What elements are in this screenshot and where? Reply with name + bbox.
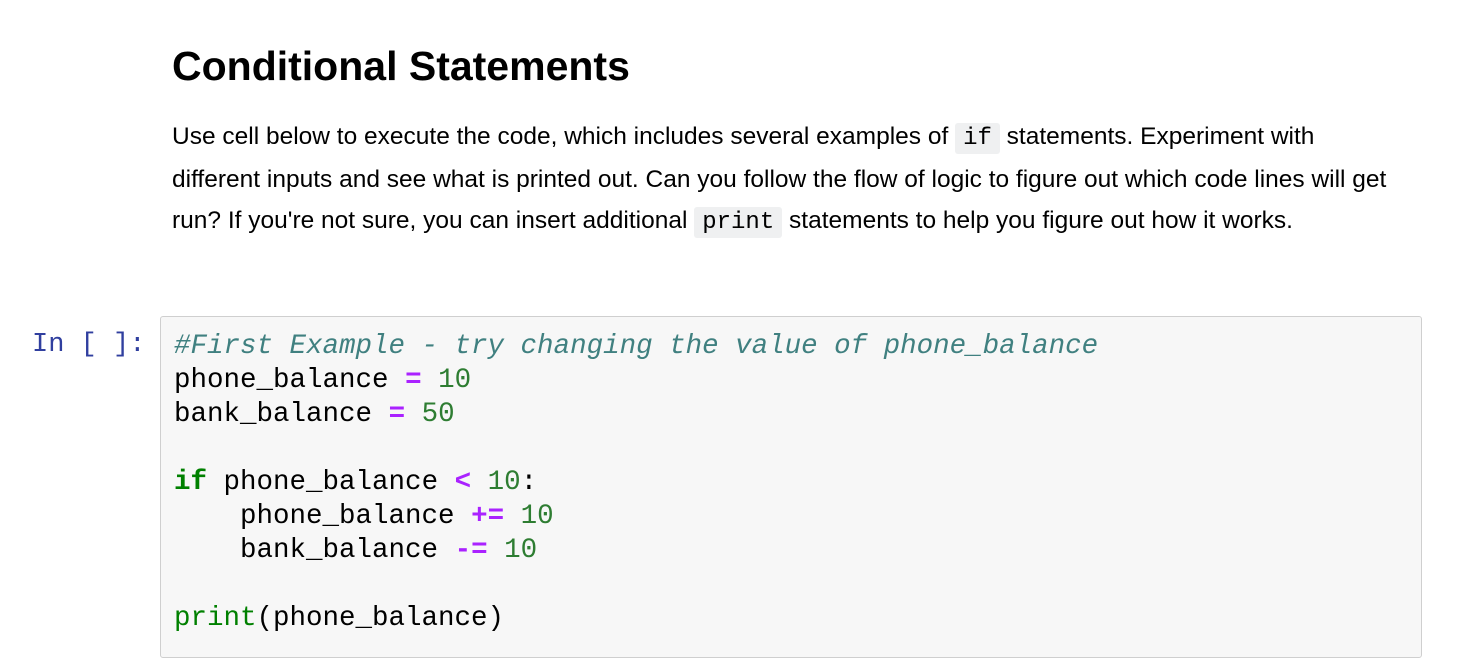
builtin: print [174,603,257,634]
description-paragraph: Use cell below to execute the code, whic… [172,116,1402,243]
num: 10 [504,535,538,566]
text: Use cell below to execute the code, whic… [172,123,956,150]
code-cell-editor[interactable]: #First Example - try changing the value … [160,316,1422,658]
num: 10 [487,467,521,498]
var: bank_balance [174,399,373,430]
op: += [471,501,505,532]
op: < [454,467,472,498]
op: -= [454,535,488,566]
args: (phone_balance) [256,603,505,634]
inline-code-print: print [694,207,783,238]
var: phone_balance [223,467,439,498]
num: 50 [421,399,455,430]
var: phone_balance [240,501,455,532]
section-heading: Conditional Statements [172,43,630,89]
op: = [388,399,406,430]
num: 10 [520,501,554,532]
var: phone_balance [174,365,389,396]
text: statements to help you figure out how it… [782,207,1293,234]
markdown-cell: Conditional Statements Use cell below to… [172,38,1402,243]
keyword: if [174,467,208,498]
code[interactable]: #First Example - try changing the value … [174,330,1098,636]
code-comment: #First Example - try changing the value … [174,331,1099,362]
punct: : [520,467,538,498]
inline-code-if: if [955,123,1000,154]
op: = [405,365,422,396]
num: 10 [438,365,472,396]
input-prompt: In [ ]: [32,330,146,360]
var: bank_balance [240,535,439,566]
